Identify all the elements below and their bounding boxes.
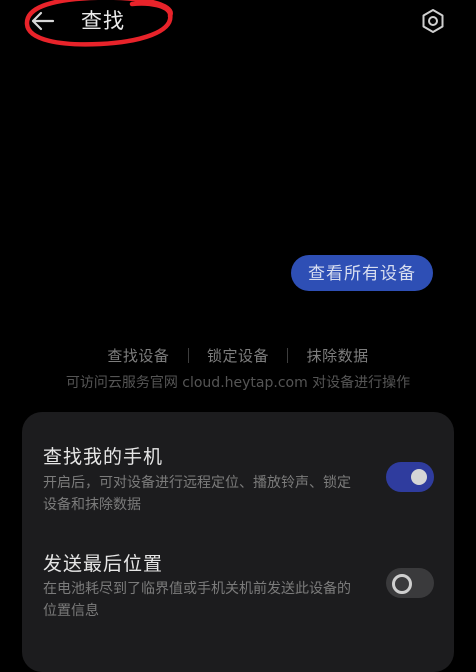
send-last-location-title: 发送最后位置 — [43, 553, 164, 575]
find-my-phone-toggle[interactable] — [386, 462, 434, 492]
action-find-device: 查找设备 — [107, 347, 170, 365]
header-bar: 查找 — [0, 0, 476, 48]
view-all-devices-button[interactable]: 查看所有设备 — [291, 255, 433, 291]
action-lock-device: 锁定设备 — [206, 347, 269, 365]
device-actions: 查找设备 锁定设备 抹除数据 — [0, 345, 476, 366]
red-annotation-circle — [24, 0, 173, 47]
cloud-hint-text: 可访问云服务官网 cloud.heytap.com 对设备进行操作 — [65, 375, 411, 391]
action-erase-data: 抹除数据 — [306, 347, 369, 365]
find-my-phone-description: 开启后，可对设备进行远程定位、播放铃声、锁定设备和抹除数据 — [43, 475, 351, 513]
toggle-knob — [392, 574, 412, 594]
settings-card: 查找我的手机 开启后，可对设备进行远程定位、播放铃声、锁定设备和抹除数据 发送最… — [22, 412, 454, 672]
find-my-phone-title: 查找我的手机 — [43, 446, 164, 468]
toggle-knob — [411, 469, 427, 485]
divider — [187, 348, 189, 363]
divider — [287, 348, 289, 363]
send-last-location-description: 在电池耗尽到了临界值或手机关机前发送此设备的位置信息 — [43, 581, 351, 619]
hexagon-settings-icon[interactable] — [419, 7, 447, 35]
send-last-location-toggle[interactable] — [386, 568, 434, 598]
